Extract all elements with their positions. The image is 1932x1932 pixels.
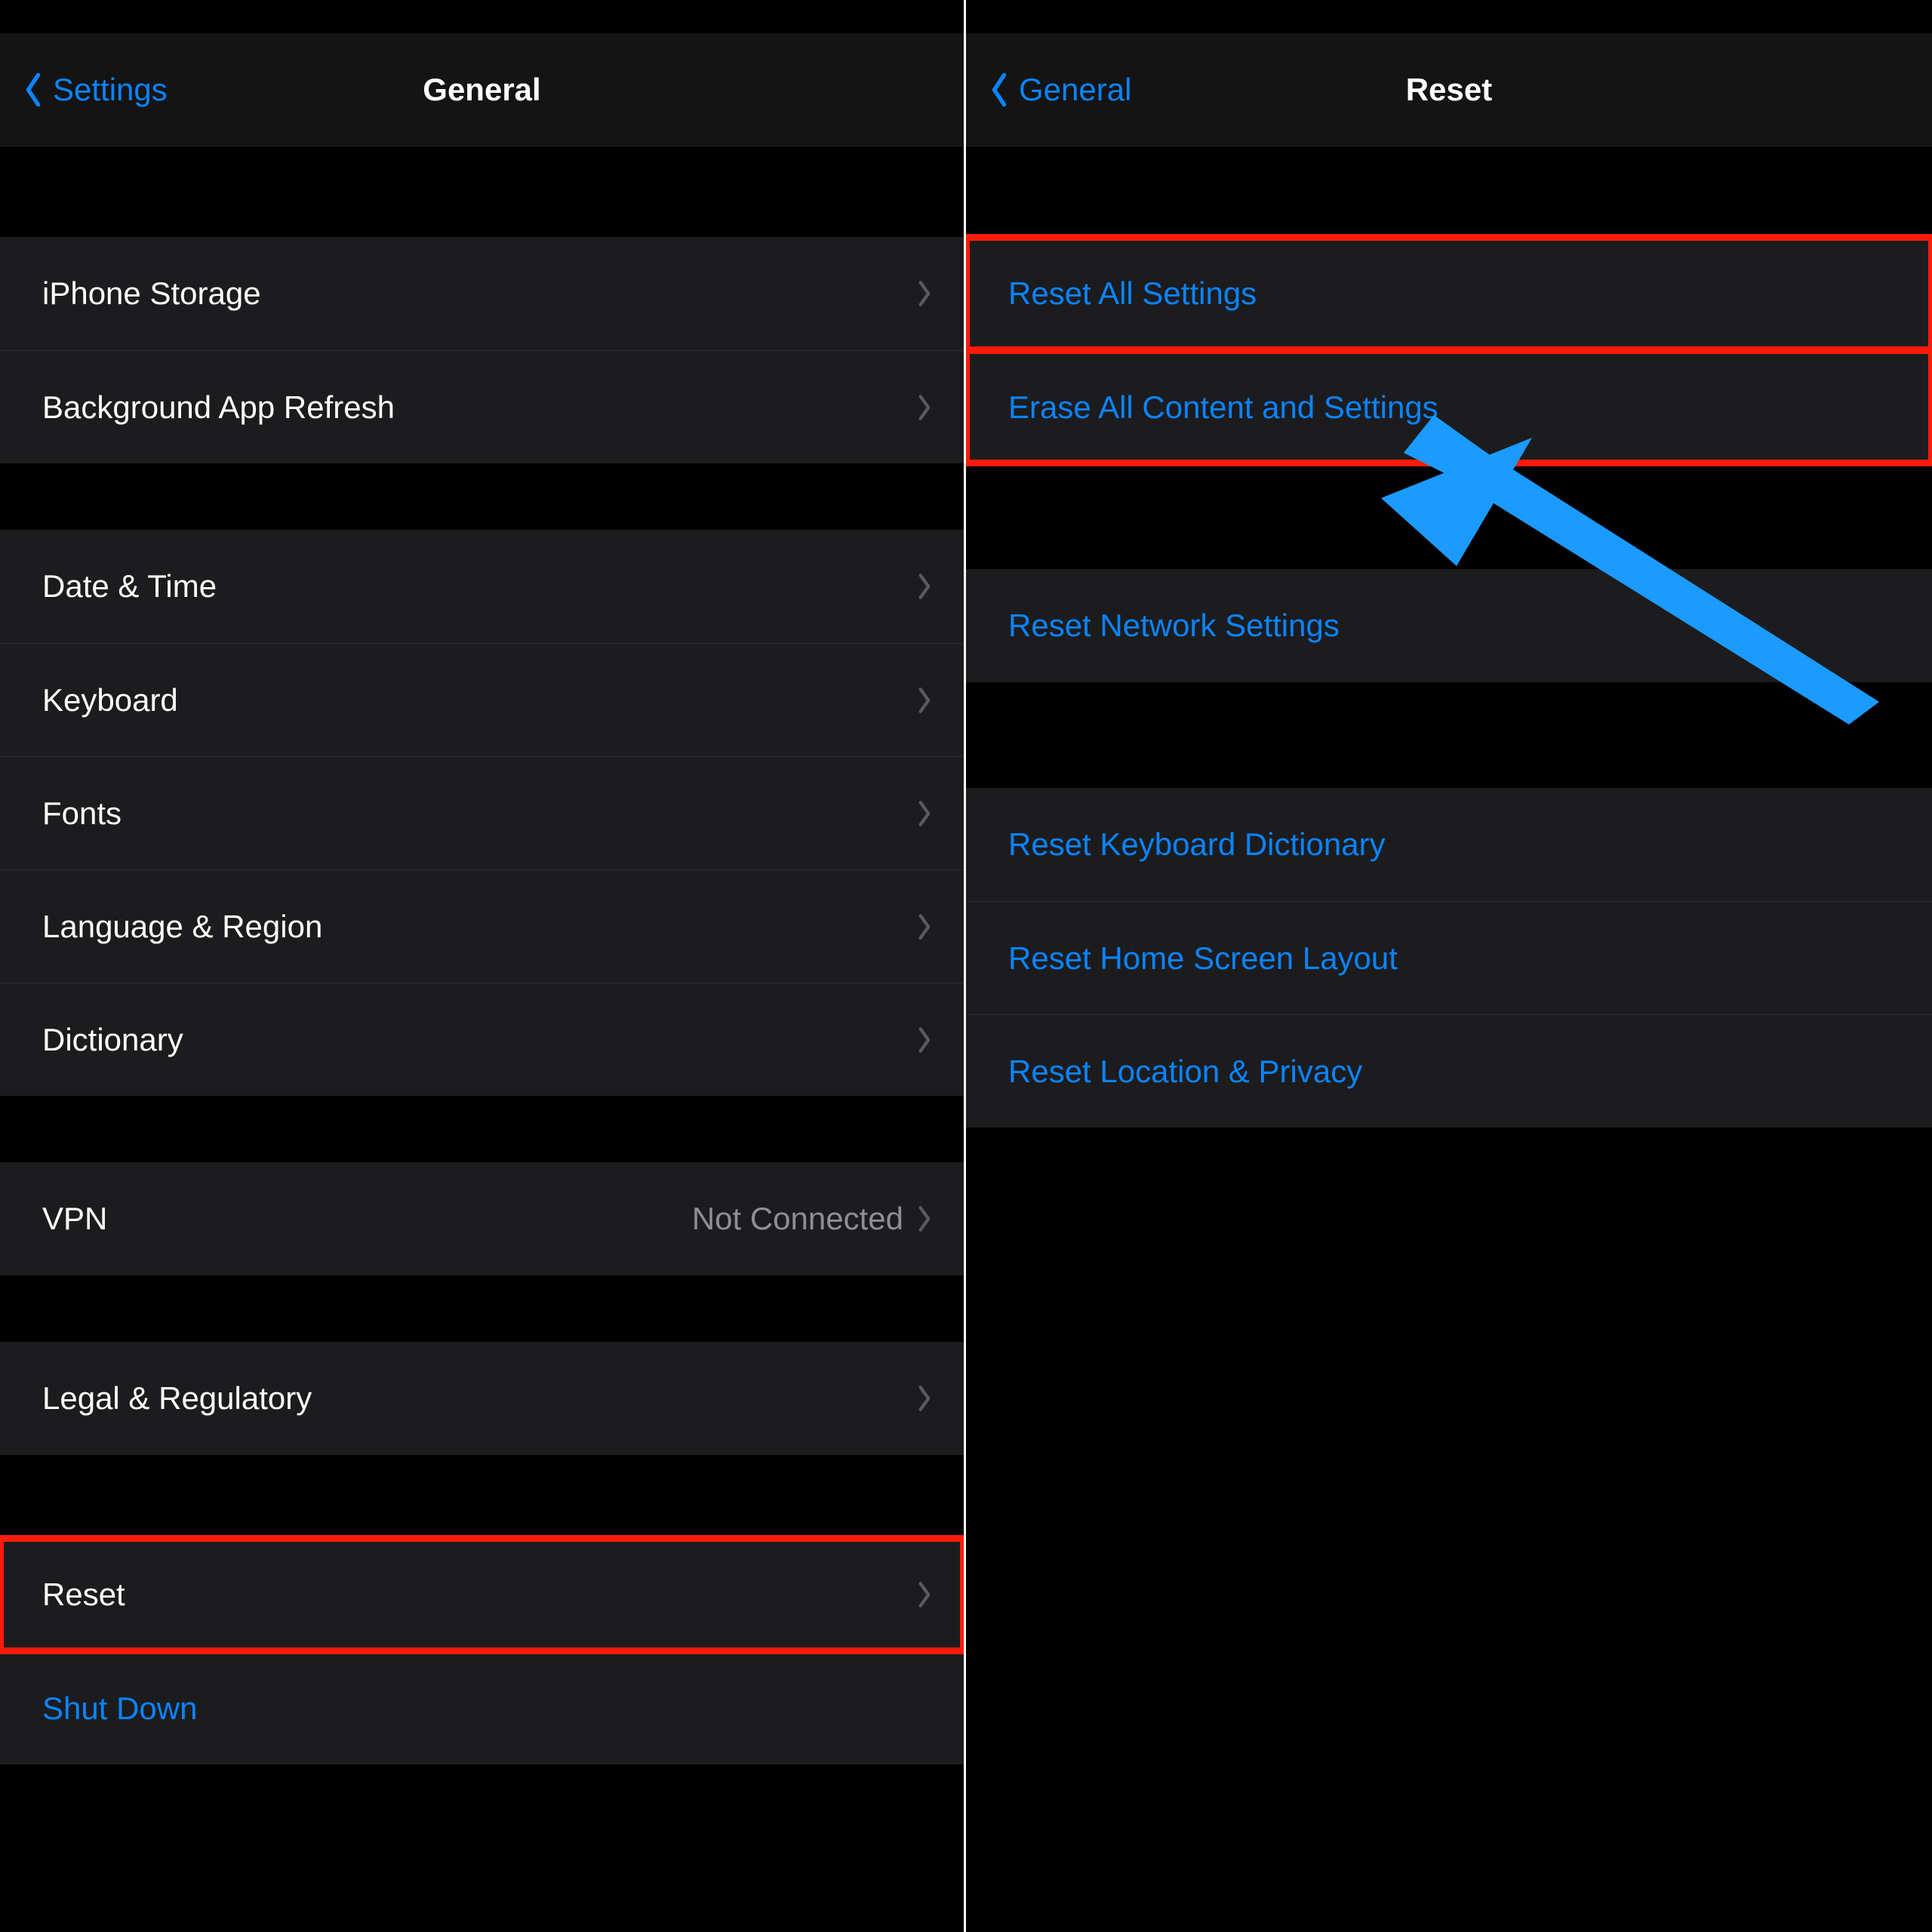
back-label: General: [1019, 72, 1131, 108]
row-detail: Not Connected: [692, 1201, 903, 1237]
section-gap: [0, 146, 964, 237]
row-label: Dictionary: [42, 1022, 917, 1058]
row-vpn[interactable]: VPN Not Connected: [0, 1162, 964, 1275]
row-label: iPhone Storage: [42, 275, 917, 312]
section-gap: [0, 463, 964, 530]
status-bar: [0, 0, 964, 33]
row-label: Reset Keyboard Dictionary: [1008, 826, 1902, 863]
back-label: Settings: [53, 72, 168, 108]
chevron-right-icon: [917, 1026, 934, 1054]
chevron-right-icon: [917, 1580, 934, 1609]
status-bar: [966, 0, 1932, 33]
row-label: Keyboard: [42, 682, 917, 718]
screen-general: Settings General iPhone Storage Backgrou…: [0, 0, 966, 1932]
row-label: Legal & Regulatory: [42, 1380, 917, 1417]
row-reset-network-settings[interactable]: Reset Network Settings: [966, 569, 1932, 682]
back-button[interactable]: General: [987, 33, 1131, 146]
row-keyboard[interactable]: Keyboard: [0, 643, 964, 756]
chevron-right-icon: [917, 1384, 934, 1413]
row-label: Reset Network Settings: [1008, 608, 1902, 644]
row-shut-down[interactable]: Shut Down: [0, 1651, 964, 1764]
row-date-time[interactable]: Date & Time: [0, 530, 964, 643]
row-label: Reset: [42, 1577, 917, 1613]
chevron-right-icon: [917, 1204, 934, 1233]
row-label: Date & Time: [42, 568, 917, 605]
row-reset-all-settings[interactable]: Reset All Settings: [966, 237, 1932, 350]
chevron-right-icon: [917, 912, 934, 941]
section-gap: [0, 1455, 964, 1538]
row-reset[interactable]: Reset: [0, 1538, 964, 1651]
row-reset-keyboard-dictionary[interactable]: Reset Keyboard Dictionary: [966, 788, 1932, 901]
back-button[interactable]: Settings: [21, 33, 168, 146]
row-label: Background App Refresh: [42, 389, 917, 426]
chevron-right-icon: [917, 799, 934, 828]
section-gap: [0, 1275, 964, 1342]
row-erase-all-content[interactable]: Erase All Content and Settings: [966, 350, 1932, 463]
page-title: Reset: [1406, 72, 1492, 108]
section-gap: [0, 1764, 964, 1831]
chevron-left-icon: [21, 69, 45, 110]
row-background-app-refresh[interactable]: Background App Refresh: [0, 350, 964, 463]
row-label: Fonts: [42, 795, 917, 832]
row-reset-location-privacy[interactable]: Reset Location & Privacy: [966, 1014, 1932, 1128]
row-label: Language & Region: [42, 909, 917, 945]
row-reset-home-screen-layout[interactable]: Reset Home Screen Layout: [966, 901, 1932, 1014]
chevron-right-icon: [917, 686, 934, 715]
section-gap: [966, 463, 1932, 569]
chevron-left-icon: [987, 69, 1011, 110]
row-label: Shut Down: [42, 1690, 934, 1727]
row-fonts[interactable]: Fonts: [0, 756, 964, 869]
row-dictionary[interactable]: Dictionary: [0, 983, 964, 1096]
row-label: Erase All Content and Settings: [1008, 389, 1902, 426]
row-label: Reset Location & Privacy: [1008, 1054, 1902, 1090]
row-language-region[interactable]: Language & Region: [0, 869, 964, 983]
nav-bar: Settings General: [0, 33, 964, 146]
nav-bar: General Reset: [966, 33, 1932, 146]
row-label: Reset All Settings: [1008, 275, 1902, 312]
row-legal-regulatory[interactable]: Legal & Regulatory: [0, 1342, 964, 1455]
page-title: General: [423, 72, 540, 108]
chevron-right-icon: [917, 279, 934, 308]
section-gap: [966, 146, 1932, 237]
section-gap: [966, 682, 1932, 788]
chevron-right-icon: [917, 393, 934, 422]
screen-reset: General Reset Reset All Settings Erase A…: [966, 0, 1932, 1932]
section-gap: [0, 1096, 964, 1162]
row-label: VPN: [42, 1201, 692, 1237]
row-iphone-storage[interactable]: iPhone Storage: [0, 237, 964, 350]
row-label: Reset Home Screen Layout: [1008, 940, 1902, 977]
chevron-right-icon: [917, 572, 934, 601]
